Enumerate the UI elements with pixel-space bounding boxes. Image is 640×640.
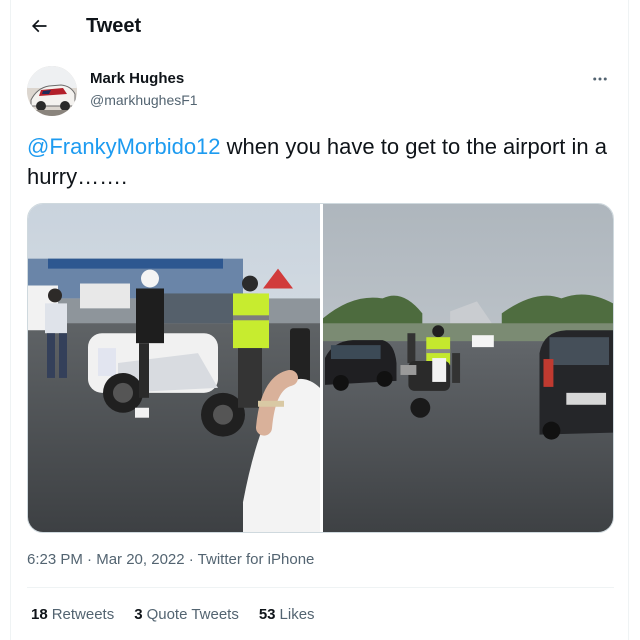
photo-police-motorcycle-rider[interactable] <box>28 204 320 532</box>
tweet-author: Mark Hughes @markhughesF1 <box>27 66 617 118</box>
mention-link[interactable]: @FrankyMorbido12 <box>27 134 221 159</box>
photo-motorcycle-escort-road[interactable] <box>323 204 613 532</box>
quote-tweets-count: 3 <box>134 606 143 623</box>
likes-stat[interactable]: 53 Likes <box>259 606 315 623</box>
retweets-count: 18 <box>31 606 48 623</box>
meta-separator: · <box>82 551 97 568</box>
arrow-left-icon <box>31 19 47 33</box>
tweet-media <box>27 203 614 533</box>
tweet-time[interactable]: 6:23 PM <box>27 551 83 568</box>
author-name[interactable]: Mark Hughes <box>90 70 184 87</box>
likes-label: Likes <box>279 606 315 623</box>
retweets-stat[interactable]: 18 Retweets <box>31 606 114 623</box>
page-header: Tweet <box>11 0 628 53</box>
page-title: Tweet <box>86 15 142 37</box>
likes-count: 53 <box>258 606 276 623</box>
retweets-label: Retweets <box>51 606 115 623</box>
author-handle[interactable]: @markhughesF1 <box>90 92 198 108</box>
more-dots-icon <box>593 77 607 81</box>
more-options-button[interactable] <box>589 68 611 90</box>
back-button[interactable] <box>25 12 53 40</box>
meta-separator-2: · <box>184 551 198 568</box>
tweet-meta: 6:23 PM · Mar 20, 2022 · Twitter for iPh… <box>27 551 314 568</box>
tweet-text: @FrankyMorbido12 when you have to get to… <box>27 132 625 192</box>
quote-tweets-stat[interactable]: 3 Quote Tweets <box>134 606 239 623</box>
divider <box>27 587 614 588</box>
tweet-date[interactable]: Mar 20, 2022 <box>96 551 184 568</box>
tweet-source-link[interactable]: Twitter for iPhone <box>198 551 315 568</box>
tweet-detail-column: Tweet Mark Hughes @markhughesF1 @FrankyM… <box>10 0 629 640</box>
avatar[interactable] <box>27 66 77 116</box>
tweet-stats: 18 Retweets 3 Quote Tweets 53 Likes <box>31 606 315 623</box>
quote-tweets-label: Quote Tweets <box>146 606 239 623</box>
